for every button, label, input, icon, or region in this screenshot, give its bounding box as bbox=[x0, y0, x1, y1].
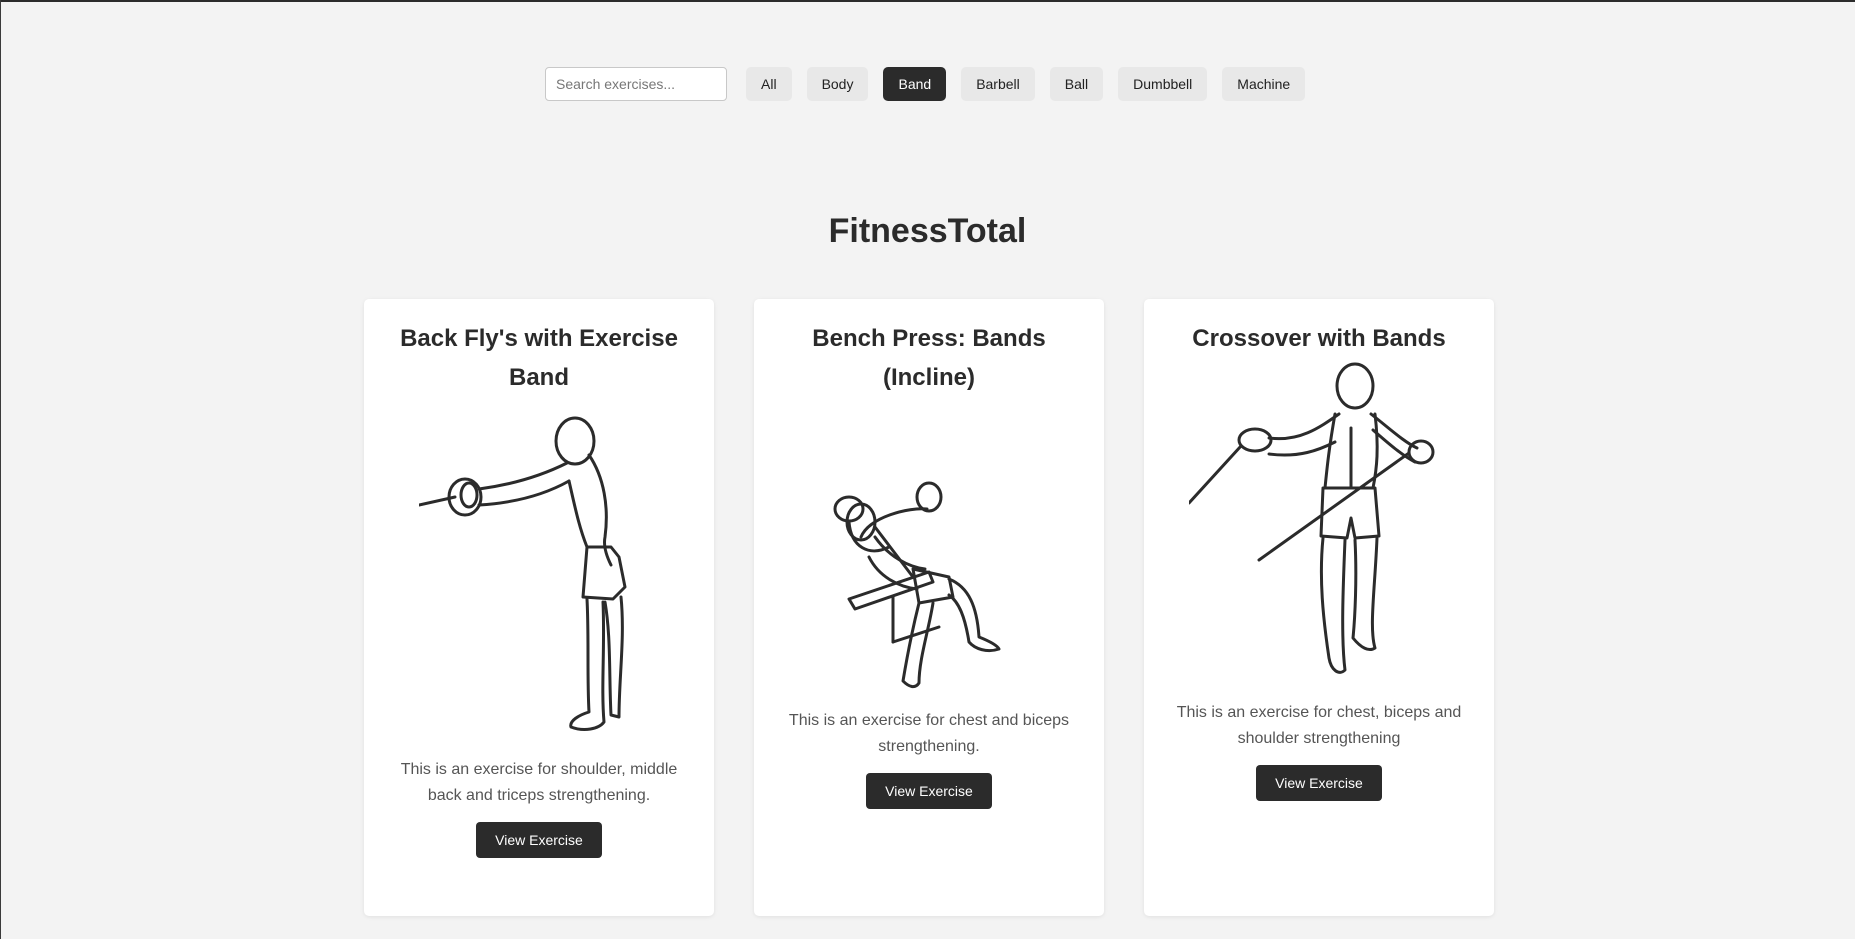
filter-dumbbell-button[interactable]: Dumbbell bbox=[1118, 67, 1208, 101]
filter-machine-button[interactable]: Machine bbox=[1222, 67, 1306, 101]
card-title: Bench Press: Bands (Incline) bbox=[812, 325, 1046, 391]
exercise-card: Back Fly's with Exercise Band This is an… bbox=[364, 299, 714, 916]
band-crossover-illustration bbox=[1189, 362, 1435, 674]
card-title: Back Fly's with Exercise Band bbox=[400, 325, 678, 391]
exercise-card: Bench Press: Bands (Incline) This is an … bbox=[754, 299, 1104, 916]
filter-all-button[interactable]: All bbox=[746, 67, 792, 101]
card-description: This is an exercise for chest and biceps… bbox=[788, 712, 1070, 755]
filter-body-button[interactable]: Body bbox=[806, 67, 869, 101]
view-exercise-button[interactable]: View Exercise bbox=[1256, 765, 1382, 801]
view-exercise-button[interactable]: View Exercise bbox=[866, 773, 992, 809]
window-left-border bbox=[0, 0, 1, 939]
card-description: This is an exercise for chest, biceps an… bbox=[1176, 704, 1462, 747]
filter-barbell-button[interactable]: Barbell bbox=[961, 67, 1035, 101]
band-back-fly-illustration bbox=[419, 416, 627, 731]
incline-bench-press-illustration bbox=[833, 481, 1001, 689]
view-exercise-button[interactable]: View Exercise bbox=[476, 822, 602, 858]
search-input[interactable] bbox=[545, 67, 727, 101]
exercise-card: Crossover with Bands This is an exercise… bbox=[1144, 299, 1494, 916]
window-top-border bbox=[0, 0, 1855, 2]
site-title: FitnessTotal bbox=[828, 212, 1027, 250]
filter-bar: All Body Band Barbell Ball Dumbbell Mach… bbox=[545, 67, 1320, 101]
filter-ball-button[interactable]: Ball bbox=[1049, 67, 1104, 101]
card-title: Crossover with Bands bbox=[1192, 325, 1446, 352]
card-description: This is an exercise for shoulder, middle… bbox=[400, 761, 678, 804]
filter-band-button[interactable]: Band bbox=[883, 67, 947, 101]
